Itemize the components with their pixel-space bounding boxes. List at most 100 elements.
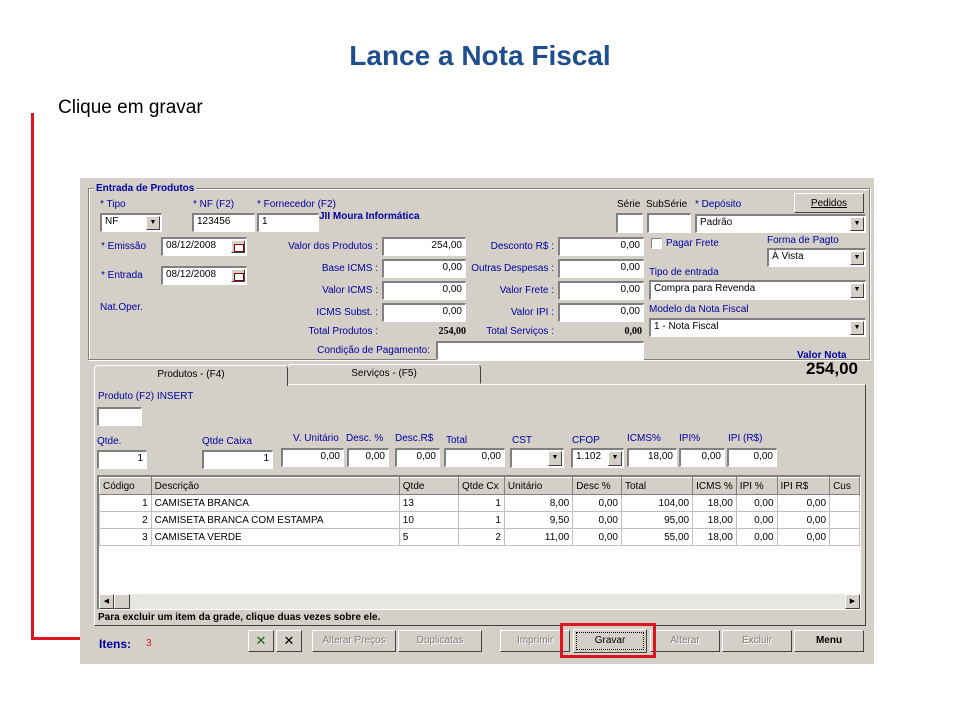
ipi-label: Valor IPI : — [510, 307, 554, 318]
subserie-input[interactable] — [647, 213, 691, 233]
total-input[interactable]: 0,00 — [444, 448, 505, 467]
col-ipi-pct[interactable]: IPI % — [735, 477, 778, 495]
chevron-down-icon[interactable]: ▼ — [548, 451, 562, 466]
ipi-pct-label: IPI% — [679, 433, 701, 444]
table-row[interactable]: 1 CAMISETA BRANCA 13 1 8,00 0,00 104,00 … — [99, 494, 860, 512]
desconto-label: Desconto R$ : — [490, 241, 554, 252]
col-ipi-rs[interactable]: IPI R$ — [776, 477, 831, 495]
vunit-input[interactable]: 0,00 — [281, 448, 344, 467]
scroll-right-arrow-icon[interactable]: ▶ — [845, 594, 860, 609]
table-row[interactable]: 3 CAMISETA VERDE 5 2 11,00 0,00 55,00 18… — [99, 528, 860, 546]
chevron-down-icon[interactable]: ▼ — [850, 251, 864, 265]
outras-input[interactable]: 0,00 — [558, 259, 644, 278]
total-produtos-label: Total Produtos : — [308, 326, 378, 337]
ipi-rs-label: IPI (R$) — [728, 433, 763, 444]
col-qtde-cx[interactable]: Qtde Cx — [457, 477, 505, 495]
cell-codigo: 1 — [99, 494, 152, 512]
base-icms-input[interactable]: 0,00 — [382, 259, 466, 278]
cell-descricao: CAMISETA VERDE — [150, 528, 400, 546]
col-codigo[interactable]: Código — [99, 477, 152, 495]
produto-input[interactable] — [97, 407, 142, 426]
total-servicos-label: Total Serviços : — [486, 326, 554, 337]
cell-custo — [829, 494, 860, 512]
tab-servicos[interactable]: Serviços - (F5) — [287, 364, 481, 384]
cell-ipi-rs: 0,00 — [776, 511, 831, 529]
cfop-select[interactable]: 1.102 ▼ — [571, 448, 624, 468]
desconto-input[interactable]: 0,00 — [558, 237, 644, 256]
menu-button[interactable]: Menu — [794, 630, 864, 652]
col-qtde[interactable]: Qtde — [398, 477, 459, 495]
excel-export-button[interactable]: ✕ — [248, 630, 274, 652]
chevron-down-icon[interactable]: ▼ — [146, 216, 160, 230]
fornecedor-input[interactable]: 1 — [257, 213, 319, 232]
entrada-label: * Entrada — [101, 270, 143, 281]
icms-subst-input[interactable]: 0,00 — [382, 303, 466, 322]
tipo-entrada-select[interactable]: Compra para Revenda ▼ — [649, 280, 866, 300]
qtde-caixa-input[interactable]: 1 — [202, 450, 273, 469]
ipi-pct-input[interactable]: 0,00 — [679, 448, 725, 467]
entrada-produtos-window: Entrada de Produtos * Tipo NF ▼ * NF (F2)… — [80, 178, 874, 664]
cst-select[interactable]: ▼ — [510, 448, 564, 468]
col-unitario[interactable]: Unitário — [503, 477, 574, 495]
col-desc-pct[interactable]: Desc % — [572, 477, 622, 495]
outras-label: Outras Despesas : — [471, 263, 554, 274]
condicao-input[interactable] — [436, 341, 644, 360]
ipi-rs-input[interactable]: 0,00 — [727, 448, 777, 467]
tab-produtos[interactable]: Produtos - (F4) — [94, 365, 288, 386]
col-total[interactable]: Total — [620, 477, 694, 495]
alterar-precos-button[interactable]: Alterar Preços — [312, 630, 396, 652]
pagar-frete-checkbox[interactable] — [651, 238, 662, 249]
cell-total: 55,00 — [620, 528, 694, 546]
horizontal-scrollbar[interactable]: ◀ ▶ — [99, 594, 860, 609]
chevron-down-icon[interactable]: ▼ — [850, 283, 864, 298]
frete-input[interactable]: 0,00 — [558, 281, 644, 300]
pedidos-button[interactable]: Pedidos — [794, 193, 864, 213]
serie-label: Série — [617, 199, 641, 210]
grid-header-row: Código Descrição Qtde Qtde Cx Unitário D… — [99, 477, 860, 495]
pointer-line-vertical — [31, 113, 34, 640]
cfop-value: 1.102 — [576, 451, 602, 462]
valor-icms-input[interactable]: 0,00 — [382, 281, 466, 300]
deposito-select[interactable]: Padrão ▼ — [695, 214, 866, 233]
alterar-button[interactable]: Alterar — [650, 630, 720, 652]
col-icms-pct[interactable]: ICMS % — [692, 477, 737, 495]
entrada-input[interactable]: 08/12/2008 — [161, 266, 247, 285]
scroll-left-arrow-icon[interactable]: ◀ — [99, 594, 114, 609]
tipo-select[interactable]: NF ▼ — [100, 213, 162, 232]
chevron-down-icon[interactable]: ▼ — [850, 217, 864, 231]
slide-title: Lance a Nota Fiscal — [349, 40, 611, 71]
cell-qtde: 5 — [398, 528, 459, 546]
chevron-down-icon[interactable]: ▼ — [608, 451, 622, 466]
qtde-input[interactable]: 1 — [97, 450, 147, 469]
desc-rs-input[interactable]: 0,00 — [395, 448, 440, 467]
excluir-button[interactable]: Excluir — [722, 630, 792, 652]
nf-input[interactable]: 123456 — [192, 213, 255, 232]
tipo-label: * Tipo — [100, 199, 126, 210]
duplicatas-button[interactable]: Duplicatas — [398, 630, 482, 652]
cell-qtde: 10 — [398, 511, 459, 529]
col-custo[interactable]: Cus — [829, 477, 860, 495]
tab-produtos-label: Produtos - (F4) — [157, 369, 225, 380]
items-grid[interactable]: Código Descrição Qtde Qtde Cx Unitário D… — [97, 475, 861, 610]
chevron-down-icon[interactable]: ▼ — [850, 321, 864, 335]
calendar-icon[interactable] — [231, 240, 245, 253]
ipi-input[interactable]: 0,00 — [558, 303, 644, 322]
icms-pct-input[interactable]: 18,00 — [627, 448, 677, 467]
total-label: Total — [446, 435, 468, 446]
scroll-thumb[interactable] — [114, 594, 130, 609]
nf-label: * NF (F2) — [193, 199, 235, 210]
base-icms-label: Base ICMS : — [321, 263, 378, 274]
col-descricao[interactable]: Descrição — [150, 477, 400, 495]
total-produtos-value: 254,00 — [438, 326, 467, 337]
cell-total: 104,00 — [620, 494, 694, 512]
desc-pct-input[interactable]: 0,00 — [347, 448, 389, 467]
serie-input[interactable] — [616, 213, 643, 233]
emissao-input[interactable]: 08/12/2008 — [161, 237, 247, 256]
modelo-select[interactable]: 1 - Nota Fiscal ▼ — [649, 318, 866, 337]
valor-produtos-input[interactable]: 254,00 — [382, 237, 466, 256]
forma-pagto-select[interactable]: À Vista ▼ — [767, 248, 866, 267]
clear-grid-button[interactable]: ✕ — [276, 630, 302, 652]
cell-custo — [829, 528, 860, 546]
calendar-icon[interactable] — [231, 269, 245, 282]
table-row[interactable]: 2 CAMISETA BRANCA COM ESTAMPA 10 1 9,50 … — [99, 511, 860, 529]
